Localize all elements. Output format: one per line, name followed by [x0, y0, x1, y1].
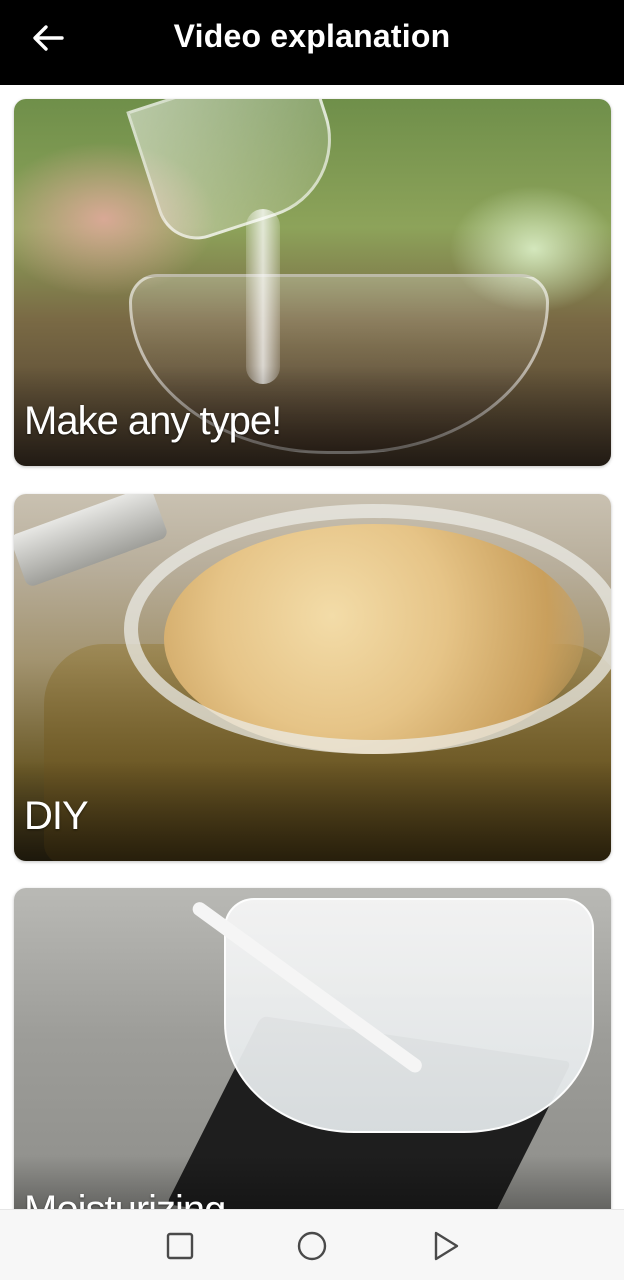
label-shade [14, 761, 611, 861]
liquid-stream-illustration [246, 209, 280, 384]
video-title: Make any type! [24, 399, 282, 443]
jar-rim-illustration [124, 504, 611, 754]
video-list: Make any type! DIY Moisturizing [0, 85, 624, 1209]
app-bar: Video explanation [0, 0, 624, 85]
video-title: DIY [24, 794, 89, 838]
home-button[interactable] [290, 1224, 334, 1268]
pitcher-illustration [126, 99, 352, 250]
back-nav-button[interactable] [424, 1224, 468, 1268]
measuring-cup-illustration [224, 898, 594, 1133]
triangle-back-icon [434, 1231, 459, 1261]
video-card-diy[interactable]: DIY [14, 494, 611, 861]
jar-clasp-illustration [14, 494, 169, 588]
square-recents-icon [166, 1232, 194, 1260]
system-nav-bar [0, 1209, 624, 1280]
video-card-make-any-type[interactable]: Make any type! [14, 99, 611, 466]
page-title: Video explanation [173, 18, 451, 54]
video-title: Moisturizing [24, 1188, 226, 1209]
video-card-moisturizing[interactable]: Moisturizing [14, 888, 611, 1209]
recents-button[interactable] [158, 1224, 202, 1268]
circle-home-icon [297, 1231, 327, 1261]
